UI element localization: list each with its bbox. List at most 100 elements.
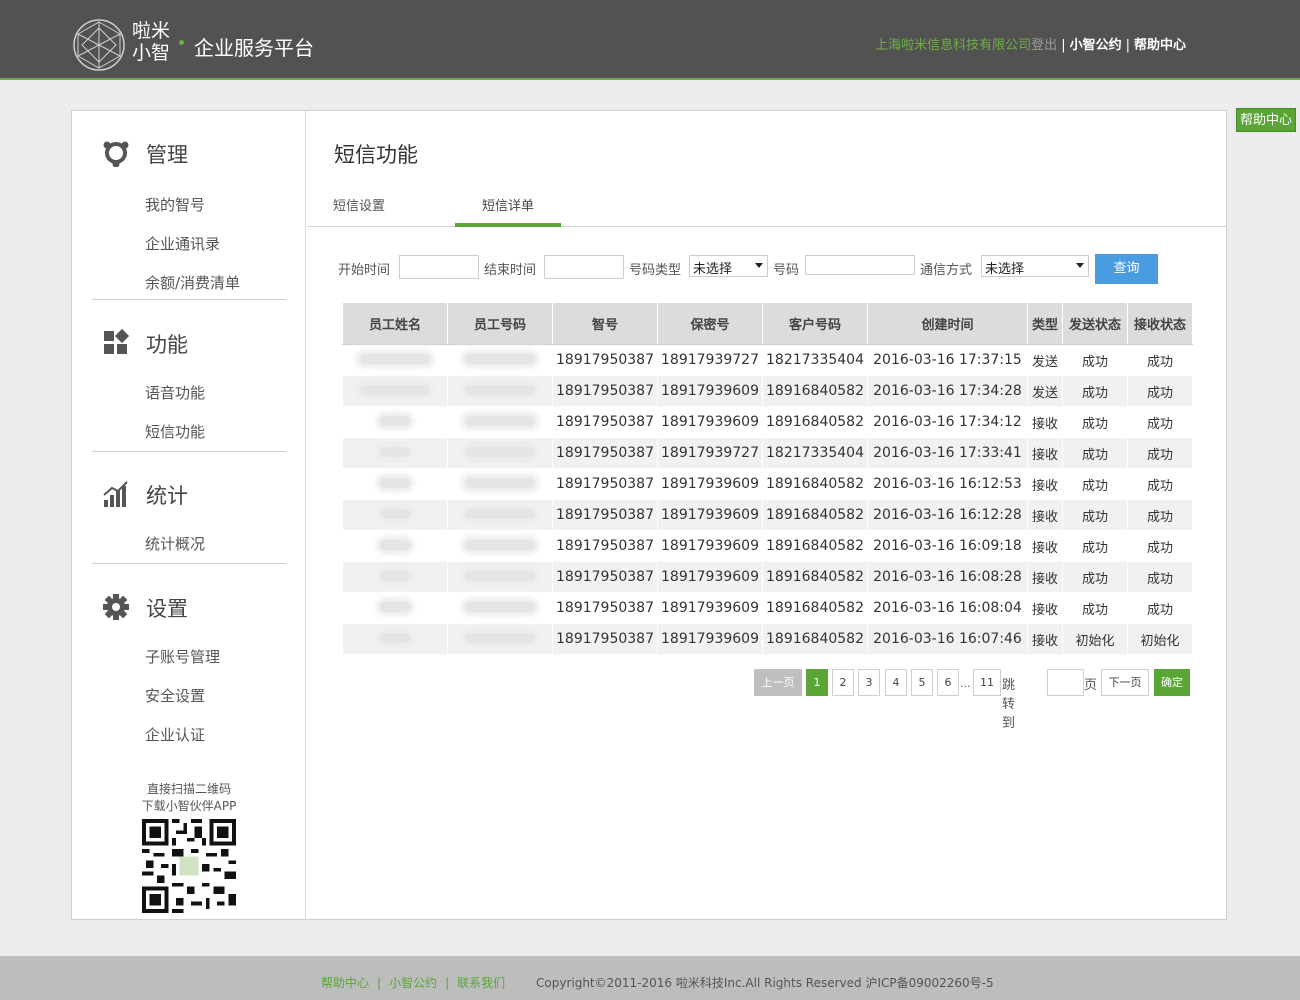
section-title-settings: 设置 bbox=[146, 597, 188, 621]
page-button-last[interactable]: 11 bbox=[973, 669, 1001, 696]
help-center-link[interactable]: 帮助中心 bbox=[1134, 38, 1186, 53]
col-header-employee-name[interactable]: 员工姓名 bbox=[342, 302, 448, 345]
comm-method-select[interactable]: 未选择 bbox=[981, 255, 1089, 277]
col-header-employee-number[interactable]: 员工号码 bbox=[447, 302, 553, 345]
cell-receive-status: 成功 bbox=[1127, 561, 1193, 593]
table-row: 18917950387 18917939609 18916840582 2016-03… bbox=[342, 406, 1193, 438]
cell-employee-number bbox=[447, 530, 553, 562]
cell-value: 18916840582 bbox=[766, 507, 864, 523]
sidebar-item-security[interactable]: 安全设置 bbox=[92, 677, 286, 716]
sidebar-item-balance[interactable]: 余额/消费清单 bbox=[92, 264, 286, 303]
col-header-customer-number[interactable]: 客户号码 bbox=[762, 302, 868, 345]
redacted-text bbox=[465, 478, 535, 488]
cell-value: 成功 bbox=[1081, 478, 1108, 494]
agreement-link[interactable]: 小智公约 bbox=[1070, 38, 1122, 53]
sidebar-item-voice[interactable]: 语音功能 bbox=[92, 374, 286, 413]
sidebar-item-my-number[interactable]: 我的智号 bbox=[92, 186, 286, 225]
col-header-created-time[interactable]: 创建时间 bbox=[867, 302, 1028, 345]
cell-receive-status: 成功 bbox=[1127, 375, 1193, 407]
cell-value: 2016-03-16 16:12:53 bbox=[873, 476, 1022, 492]
page-button-4[interactable]: 4 bbox=[885, 669, 907, 696]
floating-help-button[interactable]: 帮助中心 bbox=[1236, 108, 1296, 132]
prev-page-button[interactable]: 上一页 bbox=[754, 669, 802, 696]
cell-customer-number: 18916840582 bbox=[762, 375, 868, 407]
number-type-select[interactable]: 未选择 bbox=[689, 255, 768, 277]
cell-value: 18916840582 bbox=[766, 383, 864, 399]
cell-send-status: 成功 bbox=[1062, 437, 1128, 469]
cell-value: 18917950387 bbox=[556, 538, 654, 554]
cell-value: 18217335404 bbox=[766, 445, 864, 461]
qr-caption-line2: 下载小智伙伴APP bbox=[141, 799, 237, 813]
page-button-2[interactable]: 2 bbox=[832, 669, 854, 696]
end-time-input[interactable] bbox=[544, 255, 624, 279]
qr-code-icon bbox=[142, 819, 236, 913]
page-button-6[interactable]: 6 bbox=[937, 669, 959, 696]
cell-receive-status: 成功 bbox=[1127, 437, 1193, 469]
redacted-text bbox=[465, 509, 535, 519]
col-header-receive-status[interactable]: 接收状态 bbox=[1127, 302, 1193, 345]
redacted-text bbox=[465, 416, 535, 426]
sidebar-item-certification[interactable]: 企业认证 bbox=[92, 716, 286, 755]
cell-customer-number: 18916840582 bbox=[762, 561, 868, 593]
logout-link[interactable]: 登出 bbox=[1031, 38, 1057, 53]
sidebar-section-settings: 设置 子账号管理 安全设置 企业认证 bbox=[92, 585, 286, 755]
cell-smart-number: 18917950387 bbox=[552, 344, 658, 376]
number-input[interactable] bbox=[805, 255, 915, 275]
cell-secret-number: 18917939609 bbox=[657, 592, 763, 624]
jump-confirm-button[interactable]: 确定 bbox=[1154, 669, 1190, 696]
cell-send-status: 初始化 bbox=[1062, 623, 1128, 655]
cell-value: 18917950387 bbox=[556, 414, 654, 430]
col-header-send-status[interactable]: 发送状态 bbox=[1062, 302, 1128, 345]
redacted-text bbox=[465, 385, 535, 395]
sidebar-item-sub-accounts[interactable]: 子账号管理 bbox=[92, 638, 286, 677]
col-header-secret-number[interactable]: 保密号 bbox=[657, 302, 763, 345]
cell-value: 18916840582 bbox=[766, 569, 864, 585]
col-header-smart-number[interactable]: 智号 bbox=[552, 302, 658, 345]
page-button-3[interactable]: 3 bbox=[858, 669, 880, 696]
redacted-text bbox=[380, 571, 410, 581]
next-page-button[interactable]: 下一页 bbox=[1101, 669, 1149, 696]
col-header-type[interactable]: 类型 bbox=[1027, 302, 1063, 345]
cell-customer-number: 18916840582 bbox=[762, 623, 868, 655]
page-button-1[interactable]: 1 bbox=[806, 669, 828, 696]
sidebar-item-contacts[interactable]: 企业通讯录 bbox=[92, 225, 286, 264]
cell-employee-name bbox=[342, 499, 448, 531]
cell-value: 成功 bbox=[1146, 540, 1173, 556]
cell-value: 2016-03-16 16:09:18 bbox=[873, 538, 1022, 554]
tab-sms-settings[interactable]: 短信设置 bbox=[331, 195, 387, 227]
jump-page-input[interactable] bbox=[1047, 669, 1084, 696]
cell-value: 成功 bbox=[1081, 571, 1108, 587]
footer-links: 帮助中心 | 小智公约 | 联系我们 bbox=[321, 974, 505, 991]
cell-customer-number: 18916840582 bbox=[762, 592, 868, 624]
footer-link-agreement[interactable]: 小智公约 bbox=[389, 976, 437, 990]
cell-created-time: 2016-03-16 16:09:18 bbox=[867, 530, 1028, 562]
cell-smart-number: 18917950387 bbox=[552, 530, 658, 562]
cell-value: 初始化 bbox=[1140, 633, 1180, 649]
cell-value: 18916840582 bbox=[766, 538, 864, 554]
sidebar-section-function: 功能 语音功能 短信功能 bbox=[92, 321, 286, 452]
cell-value: 接收 bbox=[1031, 633, 1058, 649]
start-time-input[interactable] bbox=[399, 255, 479, 279]
filter-bar: 开始时间 结束时间 号码类型 未选择 号码 通信方式 未选择 查询 bbox=[338, 254, 1218, 285]
cell-value: 18917939609 bbox=[661, 600, 759, 616]
cell-type: 接收 bbox=[1027, 623, 1063, 655]
cell-smart-number: 18917950387 bbox=[552, 437, 658, 469]
cell-value: 接收 bbox=[1031, 416, 1058, 432]
tab-sms-records[interactable]: 短信详单 bbox=[455, 195, 561, 227]
footer-link-help[interactable]: 帮助中心 bbox=[321, 976, 369, 990]
footer-link-contact[interactable]: 联系我们 bbox=[457, 976, 505, 990]
top-header: 啦米 小智 企业服务平台 上海啦米信息科技有限公司登出 | 小智公约 | 帮助中心 bbox=[0, 0, 1300, 80]
cell-send-status: 成功 bbox=[1062, 344, 1128, 376]
cell-smart-number: 18917950387 bbox=[552, 375, 658, 407]
comm-method-label: 通信方式 bbox=[920, 263, 973, 278]
cell-created-time: 2016-03-16 17:33:41 bbox=[867, 437, 1028, 469]
redacted-text bbox=[380, 540, 410, 550]
cell-type: 接收 bbox=[1027, 530, 1063, 562]
page-button-5[interactable]: 5 bbox=[911, 669, 933, 696]
cell-value: 成功 bbox=[1146, 416, 1173, 432]
query-button[interactable]: 查询 bbox=[1095, 254, 1158, 284]
page-unit-label: 页 bbox=[1084, 678, 1098, 693]
sidebar-item-stats-overview[interactable]: 统计概况 bbox=[92, 525, 286, 564]
sidebar-item-sms[interactable]: 短信功能 bbox=[92, 413, 286, 452]
cell-value: 18917950387 bbox=[556, 352, 654, 368]
